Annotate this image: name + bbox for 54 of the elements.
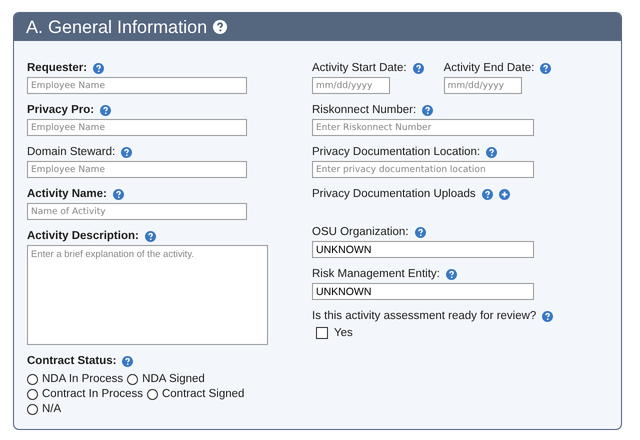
field-label: Domain Steward: [27,146,116,158]
field-label: Activity Description: [27,230,139,242]
field-label: Contract Status: [27,355,116,367]
help-icon[interactable] [446,268,457,280]
help-icon[interactable] [122,356,134,366]
help-icon[interactable] [540,62,552,74]
field-label: OSU Organization: [312,226,409,238]
input-field[interactable]: Name of Activity [27,203,247,220]
input-field[interactable]: Employee Name [27,161,247,178]
add-icon[interactable] [498,188,510,200]
help-icon[interactable] [213,20,228,34]
help-icon[interactable] [542,310,554,322]
input-field[interactable]: UNKNOWN [312,241,534,258]
field-label: Privacy Pro: [27,104,94,116]
radio-option[interactable]: NDA In Process [27,373,124,385]
checkbox-option[interactable]: Yes [316,327,572,339]
help-icon[interactable] [121,146,132,158]
question-label: Is this activity assessment ready for review? [312,310,536,322]
field-label: Activity End Date: [444,62,534,74]
radio-icon[interactable] [127,374,138,384]
help-icon[interactable] [144,230,156,242]
radio-icon[interactable] [146,388,158,400]
input-field[interactable]: Enter privacy documentation location [312,161,534,178]
radio-option[interactable]: Contract Signed [146,388,244,400]
date-field[interactable]: mm/dd/yyyy [444,77,522,94]
help-icon[interactable] [93,62,104,74]
field-label: Riskonnect Number: [312,104,416,116]
help-icon[interactable] [112,188,124,200]
help-icon[interactable] [486,146,498,158]
panel-title: A. General Information [26,16,208,38]
help-icon[interactable] [482,188,493,200]
help-icon[interactable] [412,62,424,74]
field-label: Activity Name: [27,188,107,200]
radio-icon[interactable] [27,404,38,414]
field-label: Activity Start Date: [312,62,407,74]
input-field[interactable]: Employee Name [27,77,247,94]
radio-option[interactable]: NDA Signed [127,373,205,385]
date-field[interactable]: mm/dd/yyyy [312,77,390,94]
input-field[interactable]: Employee Name [27,119,247,136]
checkbox[interactable] [316,327,328,339]
help-icon[interactable] [414,226,426,238]
radio-icon[interactable] [27,388,38,400]
field-label: Risk Management Entity: [312,268,440,280]
field-label: Privacy Documentation Location: [312,146,480,158]
input-field[interactable]: UNKNOWN [312,283,534,300]
field-label: Requester: [27,62,88,74]
field-label: Privacy Documentation Uploads [312,188,476,200]
help-icon[interactable] [422,104,434,116]
input-field[interactable]: Enter Riskonnect Number [312,119,534,136]
help-icon[interactable] [100,104,112,116]
description-field[interactable]: Enter a brief explanation of the activity. [27,245,268,345]
radio-option[interactable]: Contract In Process [27,388,143,400]
radio-option[interactable]: N/A [27,403,62,415]
radio-icon[interactable] [27,374,38,384]
